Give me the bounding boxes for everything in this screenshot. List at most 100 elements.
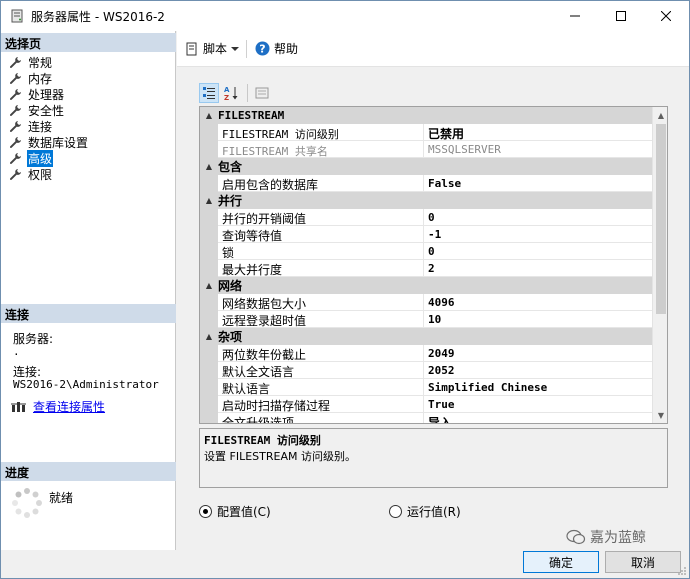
property-value[interactable]: 2 <box>424 260 652 277</box>
collapse-icon[interactable]: ▲ <box>200 162 218 171</box>
property-row[interactable]: 远程登录超时值 10 <box>200 311 652 328</box>
page-security[interactable]: 安全性 <box>9 102 65 118</box>
property-value[interactable]: 4096 <box>424 294 652 311</box>
chevron-down-icon <box>231 46 240 51</box>
window-title: 服务器属性 - WS2016-2 <box>31 10 165 24</box>
categorized-view-button[interactable] <box>199 83 219 103</box>
vertical-scrollbar[interactable]: ▲ ▼ <box>652 107 667 423</box>
radio-checked-icon <box>199 505 212 518</box>
alphabetical-sort-button[interactable]: A Z <box>221 83 241 103</box>
property-value[interactable]: False <box>424 175 652 192</box>
property-row[interactable]: 默认全文语言 2052 <box>200 362 652 379</box>
svg-text:A: A <box>224 86 230 94</box>
svg-text:?: ? <box>259 43 265 56</box>
property-row[interactable]: 默认语言 Simplified Chinese <box>200 379 652 396</box>
property-value[interactable]: Simplified Chinese <box>424 379 652 396</box>
property-row[interactable]: 锁 0 <box>200 243 652 260</box>
close-button[interactable] <box>643 1 689 31</box>
scrollbar-thumb[interactable] <box>656 124 666 314</box>
property-row[interactable]: FILESTREAM 访问级别 已禁用 <box>200 124 652 141</box>
property-row[interactable]: 查询等待值 -1 <box>200 226 652 243</box>
server-icon <box>11 9 23 23</box>
property-value[interactable]: 2052 <box>424 362 652 379</box>
help-icon: ? <box>255 41 270 56</box>
collapse-icon[interactable]: ▲ <box>200 281 218 290</box>
collapse-icon[interactable]: ▲ <box>200 332 218 341</box>
property-description-panel: FILESTREAM 访问级别 设置 FILESTREAM 访问级别。 <box>199 428 668 488</box>
dialog-footer: 确定 取消 <box>1 550 689 578</box>
property-row[interactable]: 启用包含的数据库 False <box>200 175 652 192</box>
property-row[interactable]: FILESTREAM 共享名 MSSQLSERVER <box>200 141 652 158</box>
property-name: 默认语言 <box>218 379 424 396</box>
property-grid[interactable]: ▲ FILESTREAM FILESTREAM 访问级别 已禁用 FILESTR… <box>199 106 668 424</box>
close-icon <box>661 11 671 21</box>
property-name: 全文升级选项 <box>218 413 424 423</box>
server-properties-dialog: 服务器属性 - WS2016-2 选择页 常规 内存 处理器 安全性 连接 数据… <box>0 0 690 579</box>
cancel-button[interactable]: 取消 <box>605 551 681 573</box>
category-network[interactable]: ▲ 网络 <box>200 277 652 294</box>
minimize-button[interactable] <box>552 1 598 31</box>
connection-properties-icon <box>11 401 26 412</box>
page-label: 处理器 <box>28 87 65 102</box>
property-value[interactable]: -1 <box>424 226 652 243</box>
category-label: 包含 <box>218 160 243 174</box>
page-general[interactable]: 常规 <box>9 54 53 70</box>
collapse-icon[interactable]: ▲ <box>200 111 218 120</box>
left-pane: 选择页 常规 内存 处理器 安全性 连接 数据库设置 高级 权限 连接 服务器:… <box>1 31 176 550</box>
page-permissions[interactable]: 权限 <box>9 166 53 182</box>
property-row[interactable]: 最大并行度 2 <box>200 260 652 277</box>
page-connections[interactable]: 连接 <box>9 118 53 134</box>
running-value-radio[interactable]: 运行值(R) <box>389 503 461 520</box>
property-value[interactable]: 10 <box>424 311 652 328</box>
ok-button[interactable]: 确定 <box>523 551 599 573</box>
property-value[interactable]: 已禁用 <box>424 124 652 141</box>
page-label: 权限 <box>28 167 53 182</box>
help-button[interactable]: ? 帮助 <box>255 40 298 57</box>
property-value: MSSQLSERVER <box>424 141 652 158</box>
sort-az-icon: A Z <box>224 86 238 101</box>
page-processors[interactable]: 处理器 <box>9 86 65 102</box>
wrench-icon <box>10 88 21 100</box>
minimize-icon <box>570 15 580 17</box>
category-filestream[interactable]: ▲ FILESTREAM <box>200 107 652 124</box>
scroll-up-icon[interactable]: ▲ <box>653 107 667 123</box>
configured-value-radio[interactable]: 配置值(C) <box>199 503 271 520</box>
page-database-settings[interactable]: 数据库设置 <box>9 134 89 150</box>
view-connection-properties-link[interactable]: 查看连接属性 <box>11 398 105 415</box>
property-value[interactable]: 0 <box>424 243 652 260</box>
page-advanced[interactable]: 高级 <box>9 149 54 167</box>
property-name: 默认全文语言 <box>218 362 424 379</box>
script-button[interactable]: 脚本 <box>185 40 243 57</box>
help-label: 帮助 <box>274 42 299 56</box>
property-row[interactable]: 网络数据包大小 4096 <box>200 294 652 311</box>
description-body: 设置 FILESTREAM 访问级别。 <box>204 450 356 463</box>
category-parallelism[interactable]: ▲ 并行 <box>200 192 652 209</box>
property-name: 锁 <box>218 243 424 260</box>
property-name: FILESTREAM 共享名 <box>218 141 424 158</box>
scroll-down-icon[interactable]: ▼ <box>653 407 667 423</box>
property-name: 两位数年份截止 <box>218 345 424 362</box>
page-memory[interactable]: 内存 <box>9 70 53 86</box>
maximize-button[interactable] <box>598 1 644 31</box>
category-label: 杂项 <box>218 330 243 344</box>
category-miscellaneous[interactable]: ▲ 杂项 <box>200 328 652 345</box>
property-name: 查询等待值 <box>218 226 424 243</box>
collapse-icon[interactable]: ▲ <box>200 196 218 205</box>
running-value-label: 运行值(R) <box>407 505 461 519</box>
maximize-icon <box>616 11 626 21</box>
property-value[interactable]: 2049 <box>424 345 652 362</box>
property-value[interactable]: 导入 <box>424 413 652 423</box>
property-pages-button[interactable] <box>252 83 272 103</box>
page-label: 安全性 <box>28 103 65 118</box>
property-row[interactable]: 两位数年份截止 2049 <box>200 345 652 362</box>
resize-grip-icon[interactable] <box>677 566 687 576</box>
category-containment[interactable]: ▲ 包含 <box>200 158 652 175</box>
property-value[interactable]: 0 <box>424 209 652 226</box>
script-icon <box>186 42 197 55</box>
svg-text:Z: Z <box>224 94 229 101</box>
property-value[interactable]: True <box>424 396 652 413</box>
property-row[interactable]: 并行的开销阈值 0 <box>200 209 652 226</box>
property-row[interactable]: 全文升级选项 导入 <box>200 413 652 423</box>
property-name: 最大并行度 <box>218 260 424 277</box>
property-row[interactable]: 启动时扫描存储过程 True <box>200 396 652 413</box>
